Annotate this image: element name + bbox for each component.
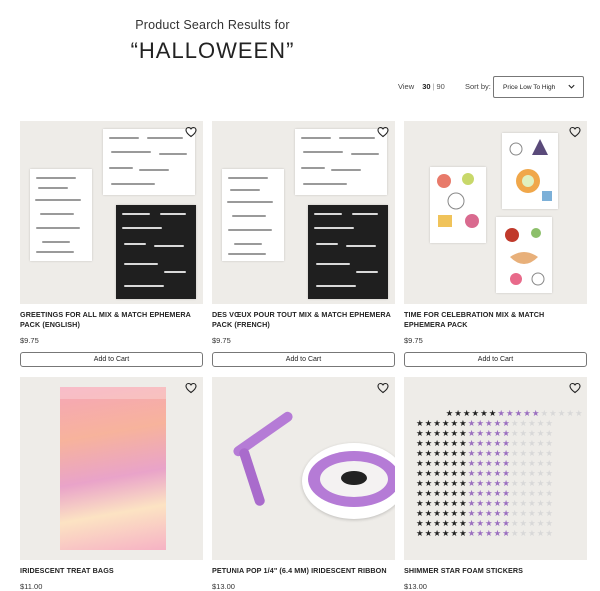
sort-value: Price Low To High bbox=[503, 84, 556, 91]
results-label: Product Search Results for bbox=[135, 18, 290, 32]
view-count-switcher: View 30 | 90 bbox=[398, 82, 445, 91]
product-title[interactable]: TIME FOR CELEBRATION MIX & MATCH EPHEMER… bbox=[404, 310, 587, 330]
view-label: View bbox=[398, 82, 415, 91]
product-card[interactable]: GREETINGS FOR ALL MIX & MATCH EPHEMERA P… bbox=[20, 121, 203, 367]
add-to-cart-button[interactable]: Add to Cart bbox=[212, 352, 395, 367]
heart-outline-icon[interactable] bbox=[377, 382, 389, 394]
ephemera-dark-sheet-image bbox=[116, 205, 196, 299]
product-title[interactable]: PETUNIA POP 1/4" (6.4 MM) IRIDESCENT RIB… bbox=[212, 566, 395, 576]
product-price: $9.75 bbox=[20, 336, 39, 345]
product-image[interactable] bbox=[20, 121, 203, 304]
product-title[interactable]: IRIDESCENT TREAT BAGS bbox=[20, 566, 203, 576]
product-image[interactable] bbox=[212, 377, 395, 560]
sort-select[interactable]: Price Low To High bbox=[493, 76, 584, 98]
search-query: “HALLOWEEN” bbox=[130, 38, 295, 63]
star-stickers-image: ★★★★★★★★★★★★★★★★ ★★★★★★★★★★★★★★★★ ★★★★★★… bbox=[416, 409, 584, 539]
product-title[interactable]: GREETINGS FOR ALL MIX & MATCH EPHEMERA P… bbox=[20, 310, 203, 330]
ephemera-sheet-image bbox=[30, 169, 92, 261]
heart-outline-icon[interactable] bbox=[185, 126, 197, 138]
product-image[interactable] bbox=[20, 377, 203, 560]
ribbon-strip-image bbox=[237, 446, 267, 508]
add-to-cart-button[interactable]: Add to Cart bbox=[404, 352, 587, 367]
view-option-90[interactable]: 90 bbox=[437, 82, 445, 91]
product-price: $13.00 bbox=[404, 582, 427, 591]
add-to-cart-button[interactable]: Add to Cart bbox=[20, 352, 203, 367]
product-card[interactable]: TIME FOR CELEBRATION MIX & MATCH EPHEMER… bbox=[404, 121, 587, 367]
product-image[interactable] bbox=[404, 121, 587, 304]
chevron-down-icon bbox=[568, 84, 575, 89]
product-price: $11.00 bbox=[20, 582, 43, 591]
ephemera-sheet-image bbox=[222, 169, 284, 261]
ephemera-sheet-image bbox=[295, 129, 387, 195]
product-price: $9.75 bbox=[404, 336, 423, 345]
product-price: $9.75 bbox=[212, 336, 231, 345]
ribbon-spool-image bbox=[302, 443, 395, 519]
ephemera-dark-sheet-image bbox=[308, 205, 388, 299]
heart-outline-icon[interactable] bbox=[569, 126, 581, 138]
heart-outline-icon[interactable] bbox=[185, 382, 197, 394]
iridescent-bag-image bbox=[60, 387, 166, 550]
ephemera-sheet-image bbox=[502, 133, 558, 209]
search-header: Product Search Results for “HALLOWEEN” bbox=[0, 18, 425, 64]
product-card[interactable]: DES VŒUX POUR TOUT MIX & MATCH EPHEMERA … bbox=[212, 121, 395, 367]
product-title[interactable]: DES VŒUX POUR TOUT MIX & MATCH EPHEMERA … bbox=[212, 310, 395, 330]
view-option-30[interactable]: 30 bbox=[422, 82, 430, 91]
product-card[interactable]: IRIDESCENT TREAT BAGS $11.00 bbox=[20, 377, 203, 591]
product-price: $13.00 bbox=[212, 582, 235, 591]
ephemera-sheet-image bbox=[496, 217, 552, 293]
product-title[interactable]: SHIMMER STAR FOAM STICKERS bbox=[404, 566, 587, 576]
product-card[interactable]: ★★★★★★★★★★★★★★★★ ★★★★★★★★★★★★★★★★ ★★★★★★… bbox=[404, 377, 587, 591]
view-separator: | bbox=[432, 82, 435, 91]
sort-label: Sort by: bbox=[465, 82, 491, 91]
heart-outline-icon[interactable] bbox=[569, 382, 581, 394]
results-toolbar: View 30 | 90 Sort by: Price Low To High bbox=[398, 76, 586, 98]
product-image[interactable]: ★★★★★★★★★★★★★★★★ ★★★★★★★★★★★★★★★★ ★★★★★★… bbox=[404, 377, 587, 560]
ephemera-sheet-image bbox=[103, 129, 195, 195]
heart-outline-icon[interactable] bbox=[377, 126, 389, 138]
product-image[interactable] bbox=[212, 121, 395, 304]
ephemera-sheet-image bbox=[430, 167, 486, 243]
product-card[interactable]: PETUNIA POP 1/4" (6.4 MM) IRIDESCENT RIB… bbox=[212, 377, 395, 591]
